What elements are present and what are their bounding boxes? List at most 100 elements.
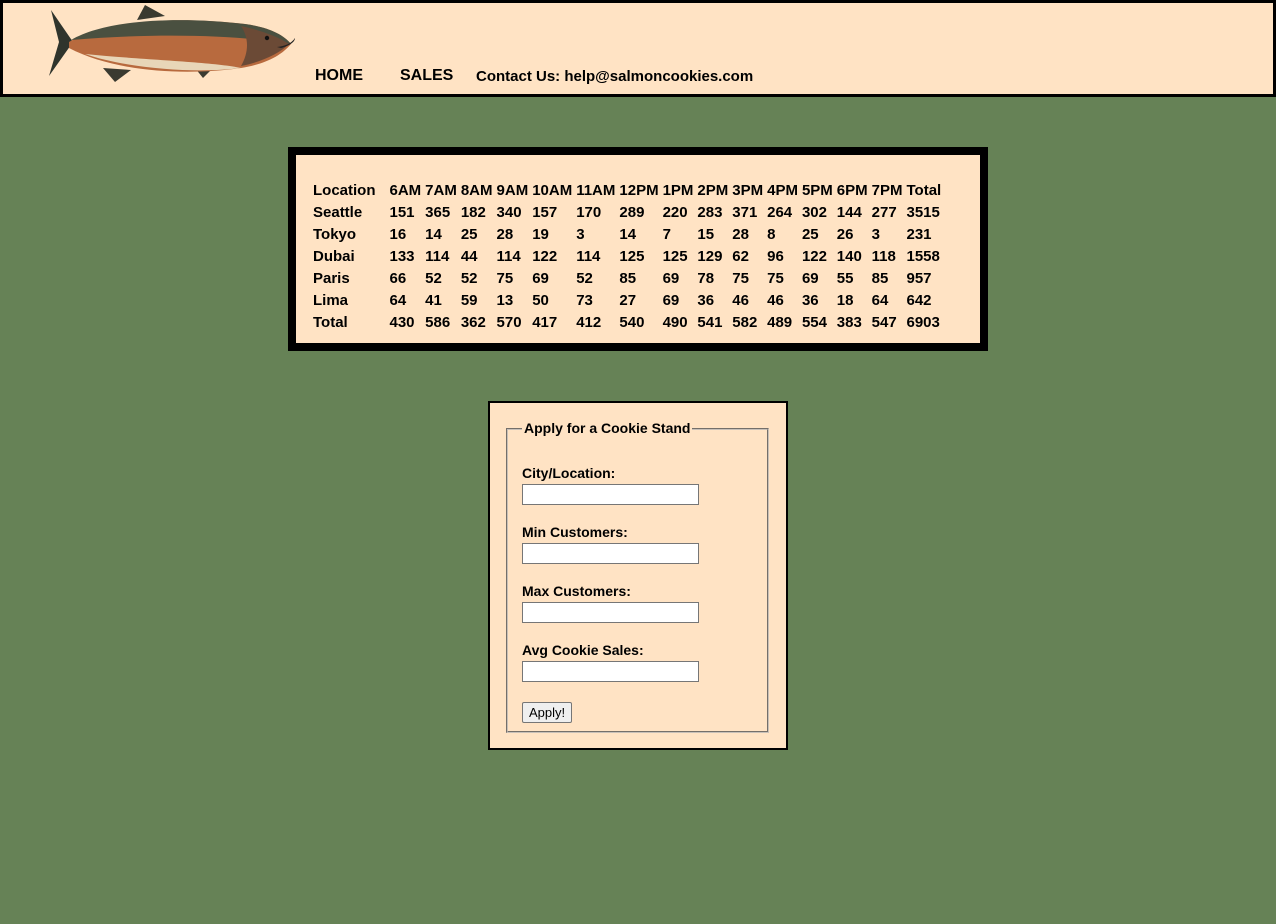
column-header: 4PM: [767, 181, 798, 199]
sales-cell: 69: [532, 269, 549, 287]
location-cell: Dubai: [313, 247, 355, 265]
sales-cell: 26: [836, 225, 854, 243]
avg-cookie-sales-input[interactable]: [522, 661, 699, 682]
sales-cell: 36: [697, 291, 715, 309]
sales-cell: 489: [767, 313, 793, 331]
apply-button[interactable]: Apply!: [522, 702, 573, 723]
min-customers-input[interactable]: [522, 543, 699, 564]
nav-sales-link[interactable]: SALES: [400, 67, 453, 85]
sales-cell: 64: [389, 291, 407, 309]
sales-cell: 417: [532, 313, 558, 331]
sales-cell: 15: [697, 225, 715, 243]
column-header: 3PM: [732, 181, 764, 199]
sales-cell: 41: [425, 291, 442, 309]
sales-cell: 73: [576, 291, 593, 309]
column-header-location: Location: [313, 181, 376, 199]
sales-cell: 25: [460, 225, 478, 243]
sales-cell: 85: [871, 269, 889, 287]
sales-cell: 340: [496, 203, 522, 221]
sales-cell: 541: [697, 313, 723, 331]
sales-cell: 283: [697, 203, 723, 221]
column-header: 1PM: [662, 181, 694, 199]
sales-cell: 50: [532, 291, 549, 309]
column-header: 2PM: [697, 181, 729, 199]
sales-cell: 122: [801, 247, 827, 265]
cookie-stand-form-panel: Apply for a Cookie Stand City/Location: …: [488, 401, 788, 750]
column-header: 6AM: [389, 181, 422, 199]
sales-cell: 3: [871, 225, 880, 243]
sales-cell: 114: [496, 247, 521, 265]
sales-cell: 69: [662, 269, 680, 287]
sales-cell: 28: [732, 225, 749, 243]
sales-cell: 1558: [906, 247, 940, 265]
sales-cell: 957: [906, 269, 932, 287]
column-header: 11AM: [576, 181, 616, 199]
sales-cell: 13: [496, 291, 514, 309]
city-input[interactable]: [522, 484, 699, 505]
sales-cell: 554: [801, 313, 827, 331]
sales-cell: 46: [767, 291, 784, 309]
sales-cell: 52: [576, 269, 593, 287]
sales-cell: 96: [767, 247, 784, 265]
sales-cell: 220: [662, 203, 688, 221]
sales-cell: 114: [576, 247, 601, 265]
sales-cell: 140: [836, 247, 862, 265]
sales-cell: 8: [767, 225, 776, 243]
table-header-row: Location 6AM 7AM 8AM 9AM 10AM 11AM 12PM 1PM 2PM 3P…: [313, 179, 945, 201]
column-header: 5PM: [801, 181, 833, 199]
city-label: City/Location:: [522, 465, 616, 481]
nav-home-link[interactable]: HOME: [315, 67, 363, 85]
salmon-fish-icon: [49, 5, 295, 82]
sales-cell: 114: [425, 247, 450, 265]
sales-cell: 44: [460, 247, 478, 265]
location-cell: Paris: [313, 269, 350, 287]
location-cell: Total: [313, 313, 348, 331]
sales-cell: 362: [460, 313, 486, 331]
column-header: 7PM: [871, 181, 903, 199]
sales-cell: 289: [619, 203, 645, 221]
max-customers-input[interactable]: [522, 602, 699, 623]
sales-cell: 3515: [906, 203, 940, 221]
location-cell: Lima: [313, 291, 349, 309]
sales-cell: 69: [801, 269, 819, 287]
sales-cell: 430: [389, 313, 415, 331]
sales-cell: 52: [460, 269, 478, 287]
sales-cell: 365: [425, 203, 451, 221]
sales-cell: 6903: [906, 313, 940, 331]
sales-cell: 25: [801, 225, 819, 243]
sales-cell: 75: [496, 269, 514, 287]
form-legend: Apply for a Cookie Stand: [522, 420, 693, 436]
column-header: 7AM: [425, 181, 457, 199]
sales-cell: 586: [425, 313, 451, 331]
column-header: Total: [906, 181, 942, 199]
sales-cell: 27: [619, 291, 637, 309]
sales-cell: 302: [801, 203, 827, 221]
sales-cell: 75: [767, 269, 784, 287]
sales-cell: 570: [496, 313, 522, 331]
sales-cell: 182: [460, 203, 486, 221]
table-row: Seattle 151 365 182 340 157 170 289 220 283 371 264…: [313, 201, 945, 223]
sales-cell: 28: [496, 225, 514, 243]
table-row: Total 430 586 362 570 417 412 540 490 541 582 489 55…: [313, 311, 945, 333]
sales-cell: 490: [662, 313, 688, 331]
column-header: 6PM: [836, 181, 868, 199]
sales-cell: 264: [767, 203, 793, 221]
column-header: 10AM: [532, 181, 573, 199]
max-customers-label: Max Customers:: [522, 583, 631, 599]
cookie-stand-fieldset: Apply for a Cookie Stand City/Location: …: [506, 420, 769, 733]
sales-cell: 69: [662, 291, 680, 309]
sales-cell: 75: [732, 269, 749, 287]
sales-cell: 170: [576, 203, 602, 221]
sales-cell: 66: [389, 269, 407, 287]
sales-cell: 642: [906, 291, 932, 309]
sales-cell: 144: [836, 203, 862, 221]
sales-cell: 151: [389, 203, 415, 221]
sales-cell: 129: [697, 247, 723, 265]
sales-cell: 7: [662, 225, 671, 243]
column-header: 9AM: [496, 181, 529, 199]
sales-cell: 118: [871, 247, 896, 265]
sales-cell: 55: [836, 269, 854, 287]
table-row: Dubai 133 114 44 114 122 114 125 125 129 62 96 122 14…: [313, 245, 945, 267]
sales-table-panel: Location 6AM 7AM 8AM 9AM 10AM 11AM 12PM 1PM 2PM 3P…: [288, 147, 988, 351]
sales-cell: 540: [619, 313, 645, 331]
